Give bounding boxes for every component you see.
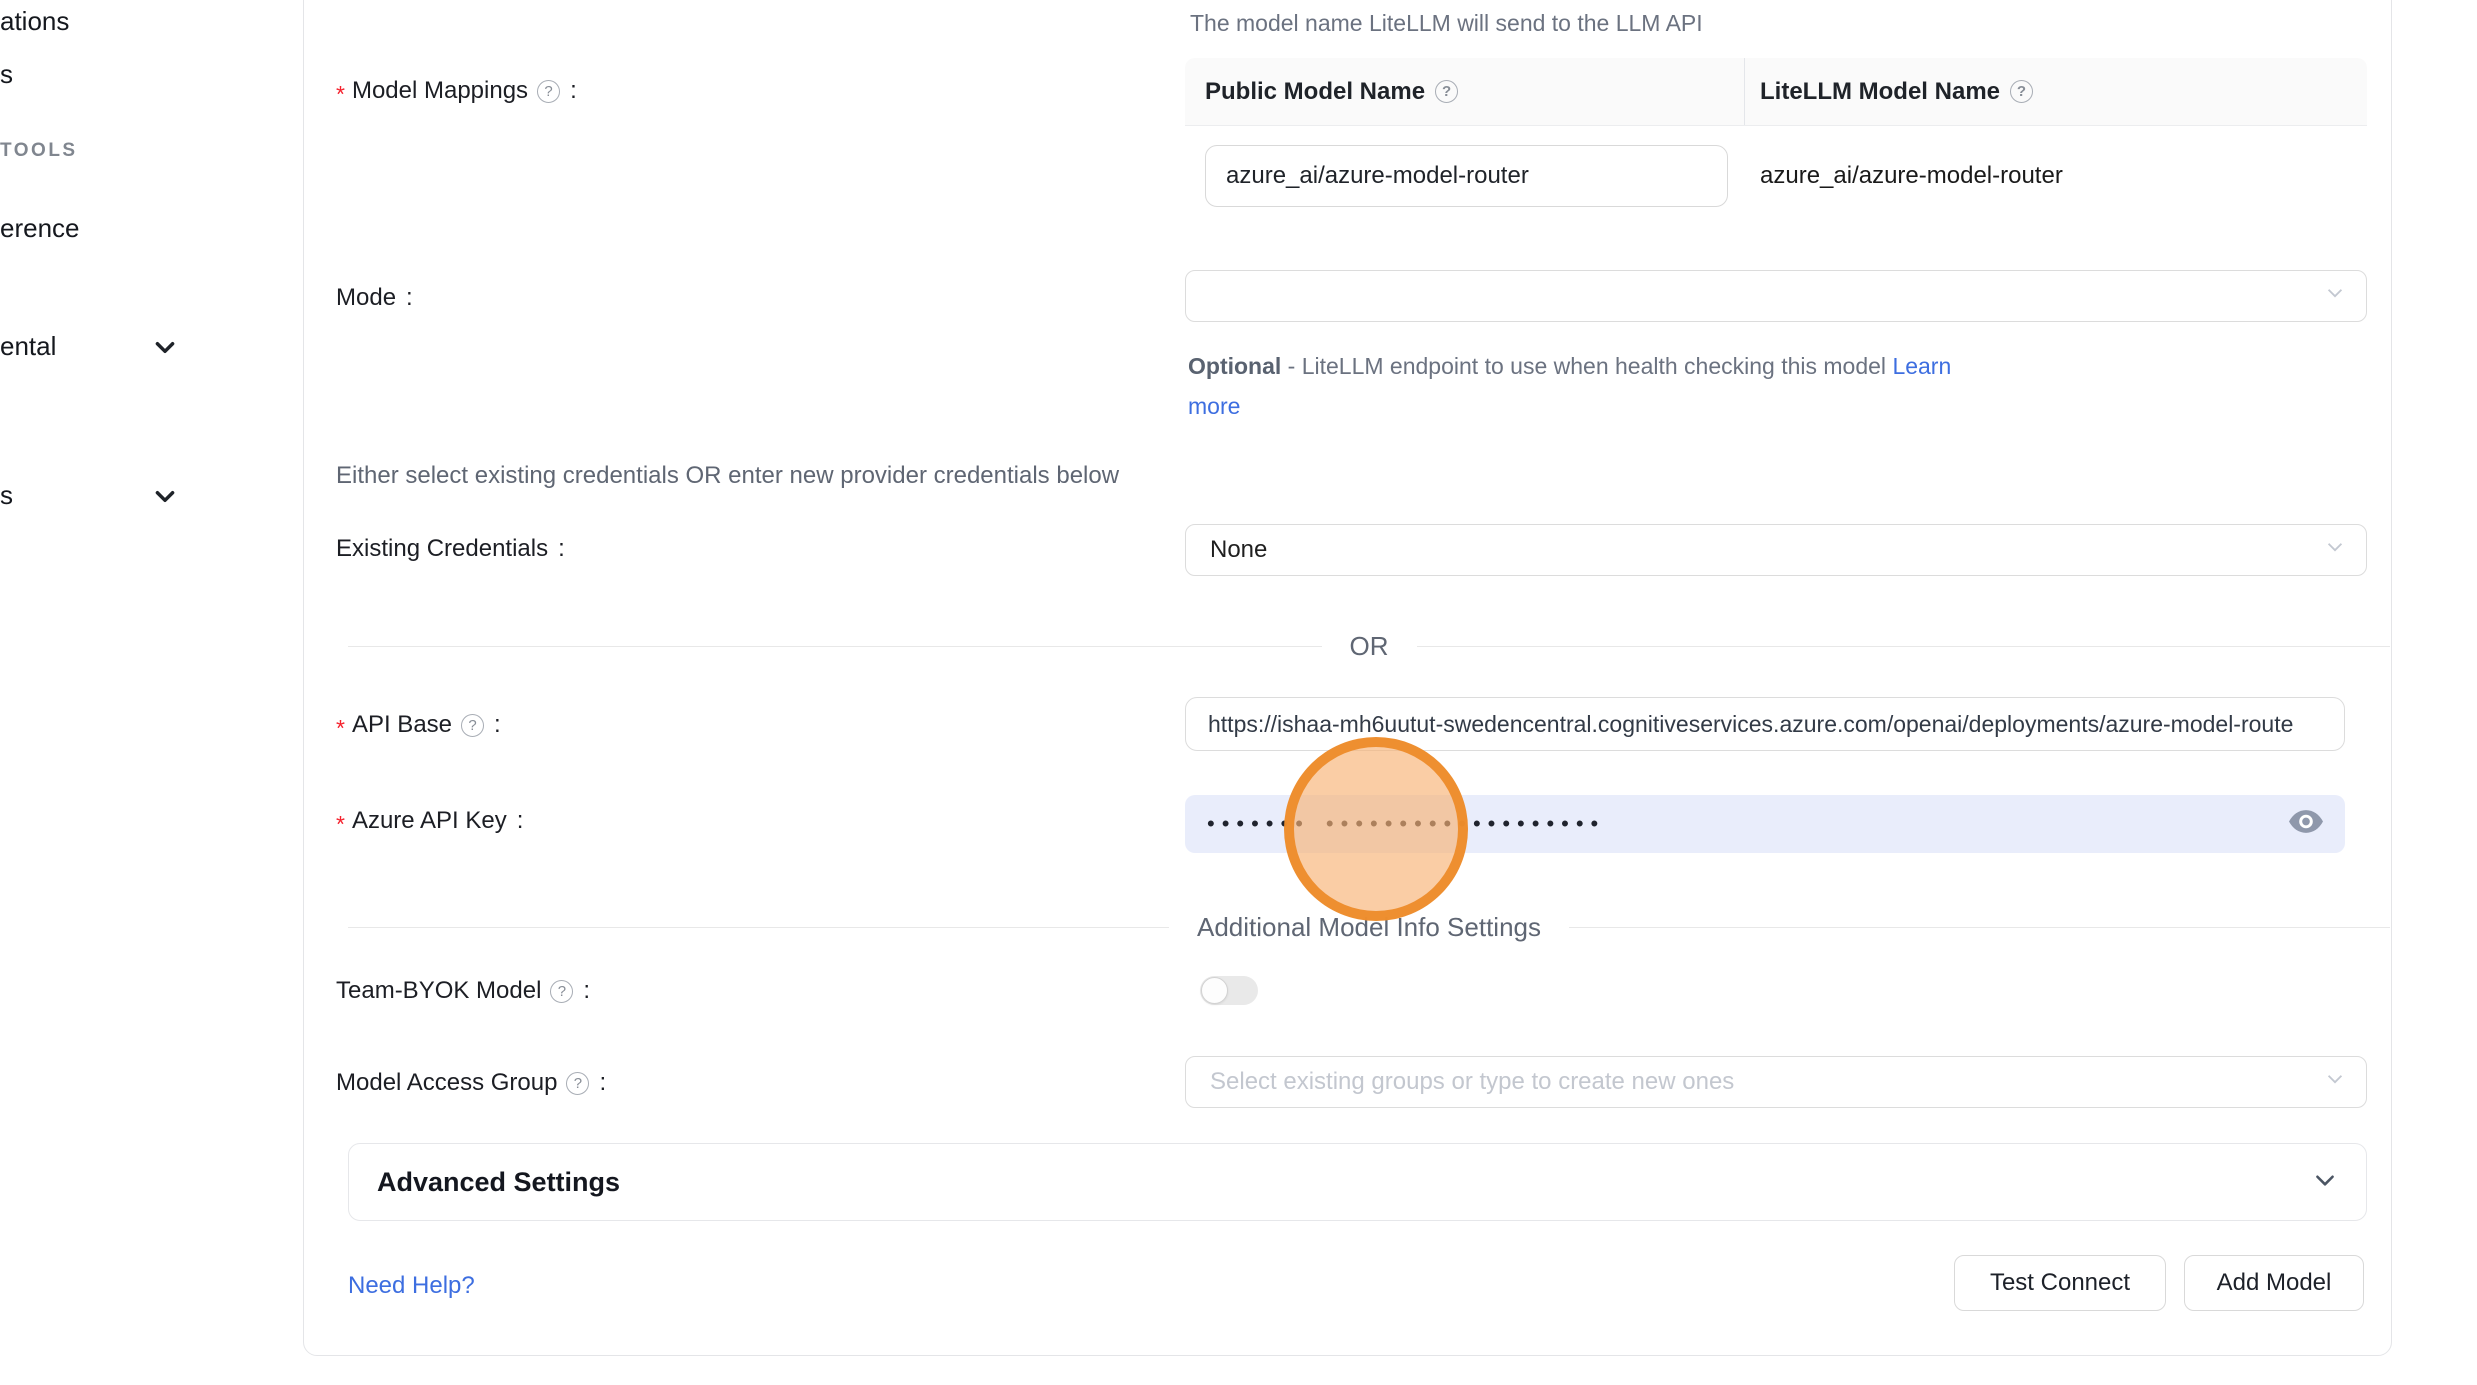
sidebar-item[interactable]: s <box>0 480 13 511</box>
advanced-settings-label: Advanced Settings <box>377 1167 620 1198</box>
help-icon[interactable] <box>537 80 560 103</box>
sidebar-item-organizations[interactable]: ations <box>0 6 69 37</box>
existing-credentials-value: None <box>1210 536 1267 564</box>
team-byok-toggle[interactable] <box>1200 976 1258 1005</box>
mode-select[interactable] <box>1185 270 2367 322</box>
public-model-name-input[interactable] <box>1205 145 1728 207</box>
chevron-down-icon <box>2324 282 2346 311</box>
required-marker: * <box>336 715 345 742</box>
api-base-label: * API Base : <box>336 710 501 740</box>
litellm-model-name-help-text: The model name LiteLLM will send to the … <box>1190 10 1703 37</box>
eye-icon[interactable] <box>2289 810 2323 839</box>
public-model-name-header: Public Model Name <box>1185 58 1745 125</box>
azure-api-key-label: * Azure API Key : <box>336 806 523 836</box>
required-marker: * <box>336 81 345 108</box>
litellm-model-name-value: azure_ai/azure-model-router <box>1745 162 2367 190</box>
additional-settings-divider: Additional Model Info Settings <box>348 913 2390 941</box>
chevron-down-icon <box>2312 1167 2338 1198</box>
sidebar-section-tools: TOOLS <box>0 140 78 162</box>
model-access-group-input[interactable] <box>1210 1068 2314 1096</box>
existing-credentials-label: Existing Credentials : <box>336 534 565 564</box>
masked-password-dots: ••••••••••••••••••• <box>1326 813 1605 835</box>
chevron-down-icon <box>2324 1068 2346 1097</box>
litellm-model-name-header: LiteLLM Model Name <box>1745 58 2367 125</box>
help-icon[interactable] <box>550 980 573 1003</box>
credentials-note: Either select existing credentials OR en… <box>336 462 1119 490</box>
azure-api-key-input[interactable]: ••••••• ••••••••••••••••••• <box>1185 795 2345 853</box>
existing-credentials-select[interactable]: None <box>1185 524 2367 576</box>
help-icon[interactable] <box>566 1072 589 1095</box>
toggle-knob <box>1201 977 1228 1004</box>
model-access-group-select[interactable] <box>1185 1056 2367 1108</box>
model-mappings-table: Public Model Name LiteLLM Model Name azu… <box>1185 58 2367 226</box>
table-header-row: Public Model Name LiteLLM Model Name <box>1185 58 2367 126</box>
api-base-input[interactable] <box>1185 697 2345 751</box>
model-access-group-label: Model Access Group : <box>336 1068 606 1098</box>
help-icon[interactable] <box>1435 80 1458 103</box>
chevron-down-icon <box>2324 536 2346 565</box>
sidebar-item[interactable]: s <box>0 59 13 90</box>
sidebar-item-experimental[interactable]: ental <box>0 331 56 362</box>
test-connect-button[interactable]: Test Connect <box>1954 1255 2166 1311</box>
masked-password-dots: ••••••• <box>1207 813 1310 835</box>
advanced-settings-panel[interactable]: Advanced Settings <box>348 1143 2367 1221</box>
model-mappings-label: * Model Mappings : <box>336 76 577 106</box>
help-icon[interactable] <box>461 714 484 737</box>
chevron-down-icon[interactable] <box>152 483 178 514</box>
need-help-link[interactable]: Need Help? <box>348 1272 475 1300</box>
required-marker: * <box>336 811 345 838</box>
table-row: azure_ai/azure-model-router <box>1185 126 2367 226</box>
help-icon[interactable] <box>2010 80 2033 103</box>
sidebar-item-reference[interactable]: erence <box>0 213 80 244</box>
mode-label: Mode : <box>336 283 413 313</box>
mode-help-text: Optional - LiteLLM endpoint to use when … <box>1188 346 1978 426</box>
or-divider: OR <box>348 632 2390 660</box>
add-model-button[interactable]: Add Model <box>2184 1255 2364 1311</box>
chevron-down-icon[interactable] <box>152 334 178 365</box>
team-byok-label: Team-BYOK Model : <box>336 976 590 1006</box>
